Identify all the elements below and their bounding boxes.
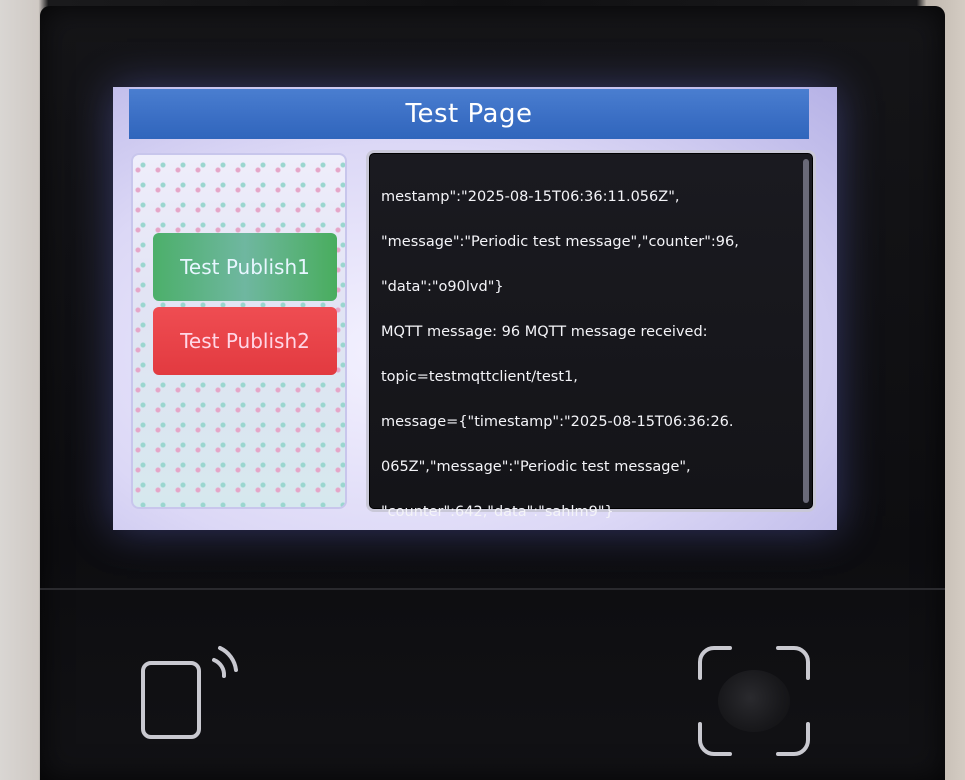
log-scrollbar[interactable] [803,159,809,503]
log-line: topic=testmqttclient/test1, [381,368,578,385]
test-publish1-button[interactable]: Test Publish1 [153,233,337,301]
test-publish2-button[interactable]: Test Publish2 [153,307,337,375]
face-recognition-icon [698,646,810,756]
page-title: Test Page [405,99,533,129]
bezel-divider [40,588,945,590]
title-bar: Test Page [129,89,809,139]
button-panel: Test Publish1 Test Publish2 [131,153,347,509]
display-screen: Test Page Test Publish1 Test Publish2 me… [113,87,837,530]
nfc-card-icon [141,646,238,739]
message-log[interactable]: mestamp":"2025-08-15T06:36:11.056Z", "me… [366,150,816,520]
log-line: MQTT message: 96 MQTT message received: [381,323,708,340]
log-line: message={"timestamp":"2025-08-15T06:36:2… [381,413,734,430]
message-log-text: mestamp":"2025-08-15T06:36:11.056Z", "me… [381,163,791,530]
log-line: mestamp":"2025-08-15T06:36:11.056Z", [381,188,680,205]
log-line: 065Z","message":"Periodic test message", [381,458,691,475]
log-line: "data":"o90lvd"} [381,278,504,295]
log-line: "message":"Periodic test message","count… [381,233,739,250]
log-line: "counter":642,"data":"sahlm9"} [381,503,614,520]
